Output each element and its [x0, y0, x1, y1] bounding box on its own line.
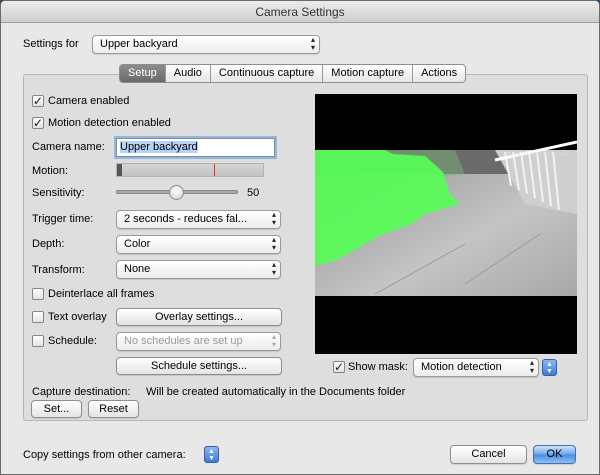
schedule-checkbox[interactable] [32, 335, 44, 347]
tab-setup[interactable]: Setup [120, 65, 165, 82]
popup-arrows-icon: ▴ ▾ [271, 210, 276, 227]
popup-arrows-icon: ▴ ▾ [529, 358, 534, 375]
camera-enabled-checkbox[interactable]: ✓ [32, 95, 44, 107]
show-mask-value: Motion detection [421, 361, 502, 373]
schedule-settings-button[interactable]: Schedule settings... [116, 357, 282, 375]
camera-name-field[interactable]: Upper backyard [116, 138, 275, 157]
schedule-value: No schedules are set up [124, 335, 243, 347]
depth-popup[interactable]: Color ▴ ▾ [116, 235, 281, 254]
cancel-button[interactable]: Cancel [450, 445, 527, 464]
camera-preview-image: 01/24/11 13:38:28 Wed [315, 140, 578, 354]
transform-value: None [124, 263, 151, 275]
window-title: Camera Settings [1, 1, 599, 23]
capture-destination-label: Capture destination: [32, 386, 131, 398]
trigger-time-popup[interactable]: 2 seconds - reduces fal... ▴ ▾ [116, 210, 281, 229]
set-destination-button[interactable]: Set... [31, 400, 82, 418]
motion-detection-label: Motion detection enabled [48, 117, 171, 129]
camera-name-value: Upper backyard [120, 141, 198, 153]
tab-audio[interactable]: Audio [164, 65, 210, 82]
sensitivity-label: Sensitivity: [32, 187, 85, 199]
tab-motion-capture[interactable]: Motion capture [322, 65, 412, 82]
transform-popup[interactable]: None ▴ ▾ [116, 260, 281, 279]
overlay-settings-button[interactable]: Overlay settings... [116, 308, 282, 326]
motion-meter [116, 163, 264, 177]
ok-button[interactable]: OK [533, 445, 576, 464]
camera-enabled-label: Camera enabled [48, 95, 130, 107]
motion-label: Motion: [32, 165, 69, 177]
schedule-popup[interactable]: No schedules are set up ▴ ▾ [116, 332, 281, 351]
tab-continuous-capture[interactable]: Continuous capture [209, 65, 322, 82]
camera-preview: 01/24/11 13:38:28 Wed [315, 94, 578, 354]
schedule-label: Schedule: [48, 335, 97, 347]
popup-arrows-icon: ▴ ▾ [271, 260, 276, 277]
camera-settings-window: Camera Settings Settings for Upper backy… [0, 0, 600, 475]
trigger-time-value: 2 seconds - reduces fal... [124, 213, 247, 225]
show-mask-popup[interactable]: Motion detection ▴ ▾ [413, 358, 539, 377]
settings-for-popup[interactable]: Upper backyard ▴ ▾ [92, 35, 320, 54]
settings-for-label: Settings for [23, 38, 79, 50]
tab-actions[interactable]: Actions [412, 65, 465, 82]
trigger-time-label: Trigger time: [32, 213, 94, 225]
motion-level-bar [117, 164, 122, 176]
popup-arrows-icon: ▴ ▾ [310, 35, 315, 52]
text-overlay-label: Text overlay [48, 311, 107, 323]
motion-threshold-marker [214, 164, 215, 176]
depth-value: Color [124, 238, 151, 250]
depth-label: Depth: [32, 238, 65, 250]
svg-text:01/24/11 13:38:28 Wed: 01/24/11 13:38:28 Wed [505, 152, 568, 158]
show-mask-label: Show mask: [348, 361, 408, 373]
copy-settings-stepper[interactable]: ▲ ▼ [204, 446, 219, 463]
camera-name-label: Camera name: [32, 141, 105, 153]
motion-detection-checkbox[interactable]: ✓ [32, 117, 44, 129]
copy-settings-label: Copy settings from other camera: [23, 449, 186, 461]
mask-options-stepper[interactable]: ▲ ▼ [542, 359, 557, 376]
settings-for-value: Upper backyard [100, 38, 178, 50]
capture-destination-value: Will be created automatically in the Doc… [146, 386, 406, 398]
text-overlay-checkbox[interactable] [32, 311, 44, 323]
tab-bar: Setup Audio Continuous capture Motion ca… [119, 64, 467, 83]
deinterlace-label: Deinterlace all frames [48, 288, 155, 300]
sensitivity-slider-knob[interactable] [169, 185, 184, 200]
show-mask-checkbox[interactable]: ✓ [333, 361, 345, 373]
popup-arrows-icon: ▴ ▾ [271, 332, 276, 349]
deinterlace-checkbox[interactable] [32, 288, 44, 300]
popup-arrows-icon: ▴ ▾ [271, 235, 276, 252]
reset-destination-button[interactable]: Reset [88, 400, 139, 418]
transform-label: Transform: [32, 264, 85, 276]
sensitivity-value: 50 [247, 187, 260, 199]
